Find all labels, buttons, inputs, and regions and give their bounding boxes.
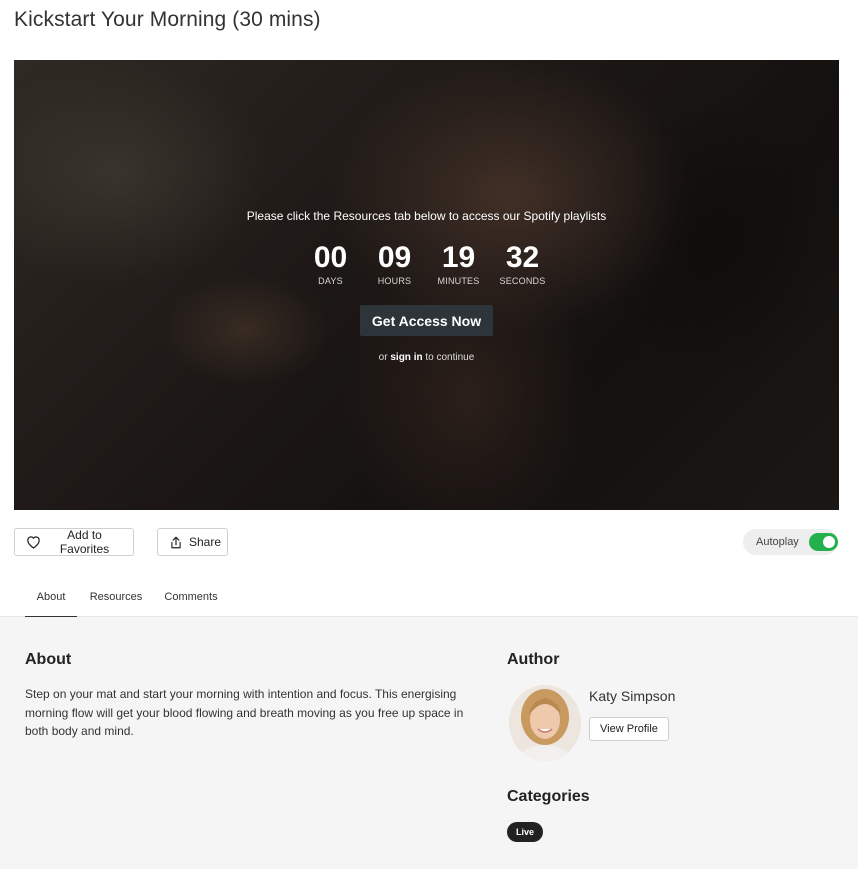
heart-icon — [27, 536, 40, 549]
share-label: Share — [189, 535, 222, 549]
countdown-days-value: 00 — [313, 241, 348, 274]
countdown-days: 00 DAYS — [308, 241, 354, 287]
share-icon — [171, 536, 181, 548]
page-title: Kickstart Your Morning (30 mins) — [14, 8, 321, 31]
category-tag-live[interactable]: Live — [507, 822, 544, 842]
get-access-button[interactable]: Get Access Now — [360, 305, 493, 336]
tab-resources[interactable]: Resources — [86, 580, 146, 617]
favorites-label: Add to Favorites — [59, 528, 110, 556]
countdown-days-label: DAYS — [318, 276, 343, 286]
countdown-hours-label: HOURS — [377, 276, 412, 286]
view-profile-button[interactable]: View Profile — [589, 717, 669, 741]
signin-prompt: or sign in to continue — [14, 352, 839, 363]
countdown-minutes-value: 19 — [441, 241, 476, 274]
hero-message: Please click the Resources tab below to … — [246, 209, 607, 223]
author-name: Katy Simpson — [589, 688, 676, 704]
signin-suffix: to continue — [425, 352, 475, 363]
countdown-timer: 00 DAYS 09 HOURS 19 MINUTES 32 SECONDS — [14, 241, 839, 287]
autoplay-label: Autoplay — [756, 536, 799, 548]
details-panel: About Step on your mat and start your mo… — [0, 617, 858, 869]
signin-link[interactable]: sign in — [390, 352, 422, 363]
countdown-hours-value: 09 — [377, 241, 412, 274]
autoplay-toggle[interactable] — [808, 533, 838, 551]
add-to-favorites-button[interactable]: Add to Favorites — [14, 528, 134, 556]
countdown-hours: 09 HOURS — [372, 241, 418, 287]
countdown-minutes-label: MINUTES — [437, 276, 480, 286]
author-avatar — [509, 685, 581, 761]
content-tabs: About Resources Comments — [0, 580, 858, 617]
countdown-seconds-label: SECONDS — [499, 276, 546, 286]
autoplay-control: Autoplay — [743, 529, 838, 555]
share-button[interactable]: Share — [157, 528, 228, 556]
tab-about[interactable]: About — [25, 580, 77, 617]
author-heading: Author — [507, 651, 560, 668]
about-description: Step on your mat and start your morning … — [25, 687, 464, 738]
about-heading: About — [25, 651, 72, 668]
tab-comments[interactable]: Comments — [158, 580, 224, 617]
countdown-minutes: 19 MINUTES — [436, 241, 482, 287]
video-hero[interactable]: Please click the Resources tab below to … — [14, 60, 839, 510]
signin-prefix: or — [378, 352, 388, 363]
countdown-seconds-value: 32 — [505, 241, 540, 274]
toggle-knob — [823, 536, 835, 548]
categories-heading: Categories — [507, 788, 590, 805]
countdown-seconds: 32 SECONDS — [499, 241, 546, 287]
